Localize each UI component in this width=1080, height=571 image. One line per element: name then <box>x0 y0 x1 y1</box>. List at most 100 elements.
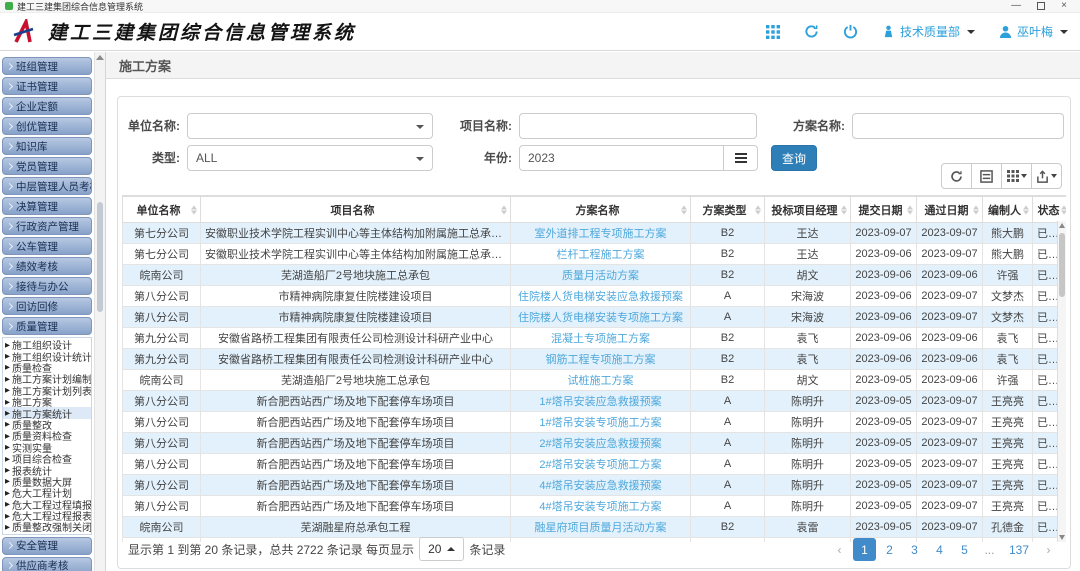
user-label: 巫叶梅 <box>1017 23 1053 40</box>
minimize-button[interactable]: — <box>1011 1 1021 11</box>
scroll-up-arrow-icon[interactable] <box>1059 223 1065 228</box>
submenu-item[interactable]: ▶质量资料检查 <box>3 430 91 441</box>
submenu-item[interactable]: ▶施工方案 <box>3 396 91 407</box>
submenu-item[interactable]: ▶项目综合检查 <box>3 453 91 464</box>
plan-link[interactable]: 融星府项目质量月活动方案 <box>511 517 691 538</box>
sidebar-item-4[interactable]: 知识库 <box>2 137 92 155</box>
toggle-view-button[interactable] <box>971 163 1002 189</box>
page-button[interactable]: 2 <box>878 538 901 561</box>
table-scrollbar[interactable] <box>1057 221 1066 542</box>
plan-link[interactable]: 住院楼人货电梯安装专项施工方案 <box>511 307 691 328</box>
department-menu[interactable]: 技术质量部 <box>882 23 975 40</box>
submenu-item[interactable]: ▶危大工程过程报表 <box>3 510 91 521</box>
sidebar-item-bottom-0[interactable]: 安全管理 <box>2 537 92 555</box>
column-header[interactable]: 方案名称 <box>511 197 691 223</box>
department-label: 技术质量部 <box>900 23 960 40</box>
submenu-item[interactable]: ▶质量检查 <box>3 362 91 373</box>
column-header[interactable]: 状态 <box>1033 197 1067 223</box>
sidebar-item-12[interactable]: 回访回修 <box>2 297 92 315</box>
project-name-input[interactable] <box>519 113 757 139</box>
submenu-item[interactable]: ▶报表统计 <box>3 464 91 475</box>
type-select[interactable]: ALL <box>187 145 433 171</box>
page-button[interactable]: 4 <box>928 538 951 561</box>
plan-link[interactable]: 2023年质量月活动方案 <box>511 538 691 543</box>
year-input[interactable] <box>519 145 724 171</box>
submenu-item[interactable]: ▶质量整改 <box>3 419 91 430</box>
sidebar-item-2[interactable]: 企业定额 <box>2 97 92 115</box>
sidebar-item-1[interactable]: 证书管理 <box>2 77 92 95</box>
plan-link[interactable]: 4#塔吊安装应急救援预案 <box>511 475 691 496</box>
submenu-item-label: 危大工程计划 <box>12 487 72 498</box>
sidebar-item-bottom-1[interactable]: 供应商考核 <box>2 557 92 571</box>
power-icon[interactable] <box>843 24 858 39</box>
submenu-item[interactable]: ▶施工方案统计 <box>3 407 91 418</box>
table-cell: 芜湖造船厂2号地块施工总承包 <box>201 265 511 286</box>
plan-link[interactable]: 栏杆工程施工方案 <box>511 244 691 265</box>
submenu-item[interactable]: ▶施工组织设计统计 <box>3 350 91 361</box>
page-size-select[interactable]: 20 <box>419 537 464 561</box>
scrollbar-thumb[interactable] <box>97 202 103 312</box>
plan-link[interactable]: 钢筋工程专项施工方案 <box>511 349 691 370</box>
refresh-table-button[interactable] <box>941 163 972 189</box>
sidebar-item-quality[interactable]: 质量管理 <box>2 317 92 335</box>
search-button[interactable]: 查询 <box>771 145 817 171</box>
sidebar-item-7[interactable]: 决算管理 <box>2 197 92 215</box>
export-button[interactable] <box>1031 163 1062 189</box>
apps-grid-icon[interactable] <box>766 25 780 39</box>
sidebar-item-0[interactable]: 班组管理 <box>2 57 92 75</box>
user-menu[interactable]: 巫叶梅 <box>999 23 1068 40</box>
prev-page-button[interactable]: ‹ <box>828 538 851 561</box>
plan-link[interactable]: 1#塔吊安装应急救援预案 <box>511 391 691 412</box>
page-button[interactable]: 3 <box>903 538 926 561</box>
plan-link[interactable]: 2#塔吊安装专项施工方案 <box>511 454 691 475</box>
page-button[interactable]: 5 <box>953 538 976 561</box>
column-header[interactable]: 提交日期 <box>851 197 917 223</box>
column-header[interactable]: 投标项目经理 <box>765 197 851 223</box>
sidebar-scrollbar[interactable] <box>94 52 106 571</box>
submenu-item[interactable]: ▶实测实量 <box>3 442 91 453</box>
sidebar-item-9[interactable]: 公车管理 <box>2 237 92 255</box>
scrollbar-thumb[interactable] <box>1059 233 1065 297</box>
submenu-item[interactable]: ▶施工组织设计 <box>3 339 91 350</box>
submenu-item[interactable]: ▶危大工程计划 <box>3 487 91 498</box>
plan-link[interactable]: 住院楼人货电梯安装应急救援预案 <box>511 286 691 307</box>
table-cell: 陈明升 <box>765 412 851 433</box>
page-button[interactable]: 137 <box>1003 538 1035 561</box>
chevron-right-icon <box>6 162 13 169</box>
table-cell: 2023-09-05 <box>851 391 917 412</box>
sidebar-item-11[interactable]: 接待与办公 <box>2 277 92 295</box>
plan-link[interactable]: 2#塔吊安装应急救援预案 <box>511 433 691 454</box>
page-button[interactable]: 1 <box>853 538 876 561</box>
scroll-up-arrow-icon[interactable] <box>96 55 104 60</box>
plan-link[interactable]: 1#塔吊安装专项施工方案 <box>511 412 691 433</box>
sidebar-item-10[interactable]: 绩效考核 <box>2 257 92 275</box>
sidebar-item-5[interactable]: 党员管理 <box>2 157 92 175</box>
column-header[interactable]: 编制人 <box>983 197 1033 223</box>
column-header[interactable]: 项目名称 <box>201 197 511 223</box>
maximize-button[interactable] <box>1037 2 1045 10</box>
plan-link[interactable]: 混凝土专项施工方案 <box>511 328 691 349</box>
next-page-button[interactable]: › <box>1037 538 1060 561</box>
plan-link[interactable]: 室外道排工程专项施工方案 <box>511 223 691 244</box>
calendar-icon <box>735 157 747 159</box>
column-header[interactable]: 通过日期 <box>917 197 983 223</box>
column-header[interactable]: 方案类型 <box>691 197 765 223</box>
plan-link[interactable]: 质量月活动方案 <box>511 265 691 286</box>
submenu-item[interactable]: ▶危大工程过程填报 <box>3 498 91 509</box>
plan-name-input[interactable] <box>852 113 1064 139</box>
submenu-item[interactable]: ▶质量整改强制关闭 <box>3 521 91 532</box>
calendar-button[interactable] <box>724 145 758 171</box>
plan-link[interactable]: 试桩施工方案 <box>511 370 691 391</box>
unit-name-select[interactable] <box>187 113 433 139</box>
columns-button[interactable] <box>1001 163 1032 189</box>
submenu-item[interactable]: ▶施工方案计划列表 <box>3 385 91 396</box>
sidebar-item-6[interactable]: 中层管理人员考核 <box>2 177 92 195</box>
sidebar-item-3[interactable]: 创优管理 <box>2 117 92 135</box>
submenu-item[interactable]: ▶施工方案计划编制 <box>3 373 91 384</box>
submenu-item[interactable]: ▶质量数据大屏 <box>3 476 91 487</box>
refresh-icon[interactable] <box>804 24 819 39</box>
close-button[interactable]: × <box>1061 1 1067 11</box>
plan-link[interactable]: 4#塔吊安装专项施工方案 <box>511 496 691 517</box>
sidebar-item-8[interactable]: 行政资产管理 <box>2 217 92 235</box>
column-header[interactable]: 单位名称 <box>123 197 201 223</box>
